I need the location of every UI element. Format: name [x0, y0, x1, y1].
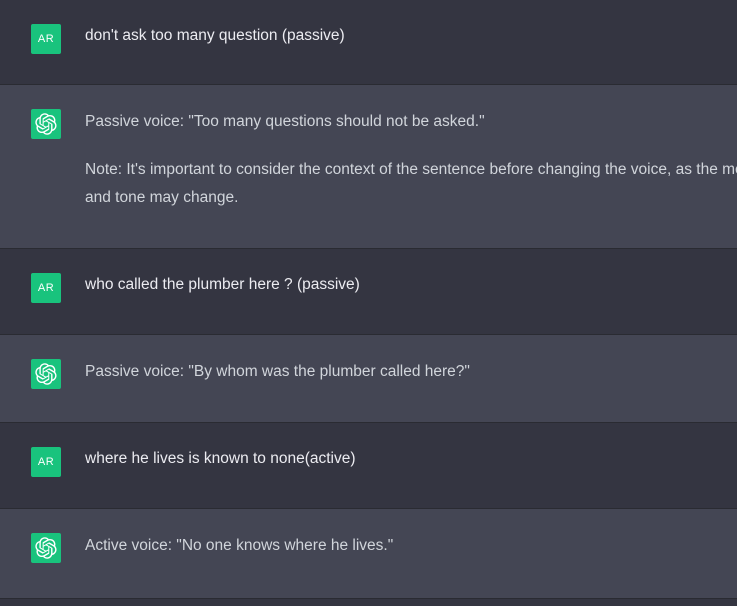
assistant-paragraph: Active voice: "No one knows where he liv…	[85, 537, 394, 554]
assistant-logo-icon	[31, 109, 61, 139]
assistant-message: Passive voice: "By whom was the plumber …	[0, 335, 737, 423]
assistant-paragraph: Passive voice: "By whom was the plumber …	[85, 363, 470, 380]
user-message: AR where he lives is known to none(activ…	[0, 423, 737, 509]
user-avatar: AR	[31, 447, 61, 477]
assistant-logo-icon	[31, 533, 61, 563]
user-message: AR who called the plumber here ? (passiv…	[0, 249, 737, 335]
user-message-text: who called the plumber here ? (passive)	[85, 276, 360, 293]
assistant-message-text: Passive voice: "Too many questions shoul…	[85, 108, 737, 212]
user-message-text: where he lives is known to none(active)	[85, 450, 356, 467]
chat-thread: AR don't ask too many question (passive)…	[0, 0, 737, 606]
assistant-message-text: Passive voice: "By whom was the plumber …	[85, 358, 737, 386]
assistant-paragraph: Passive voice: "Too many questions shoul…	[85, 113, 485, 130]
user-avatar: AR	[31, 273, 61, 303]
assistant-message: Passive voice: "Too many questions shoul…	[0, 85, 737, 249]
user-message-text: don't ask too many question (passive)	[85, 27, 345, 44]
user-avatar: AR	[31, 24, 61, 54]
assistant-logo-icon	[31, 359, 61, 389]
assistant-message-text: Active voice: "No one knows where he liv…	[85, 532, 737, 560]
user-message: AR don't ask too many question (passive)	[0, 0, 737, 85]
assistant-message: Active voice: "No one knows where he liv…	[0, 509, 737, 599]
assistant-paragraph: Note: It's important to consider the con…	[85, 161, 737, 206]
next-message-partial	[0, 599, 737, 606]
